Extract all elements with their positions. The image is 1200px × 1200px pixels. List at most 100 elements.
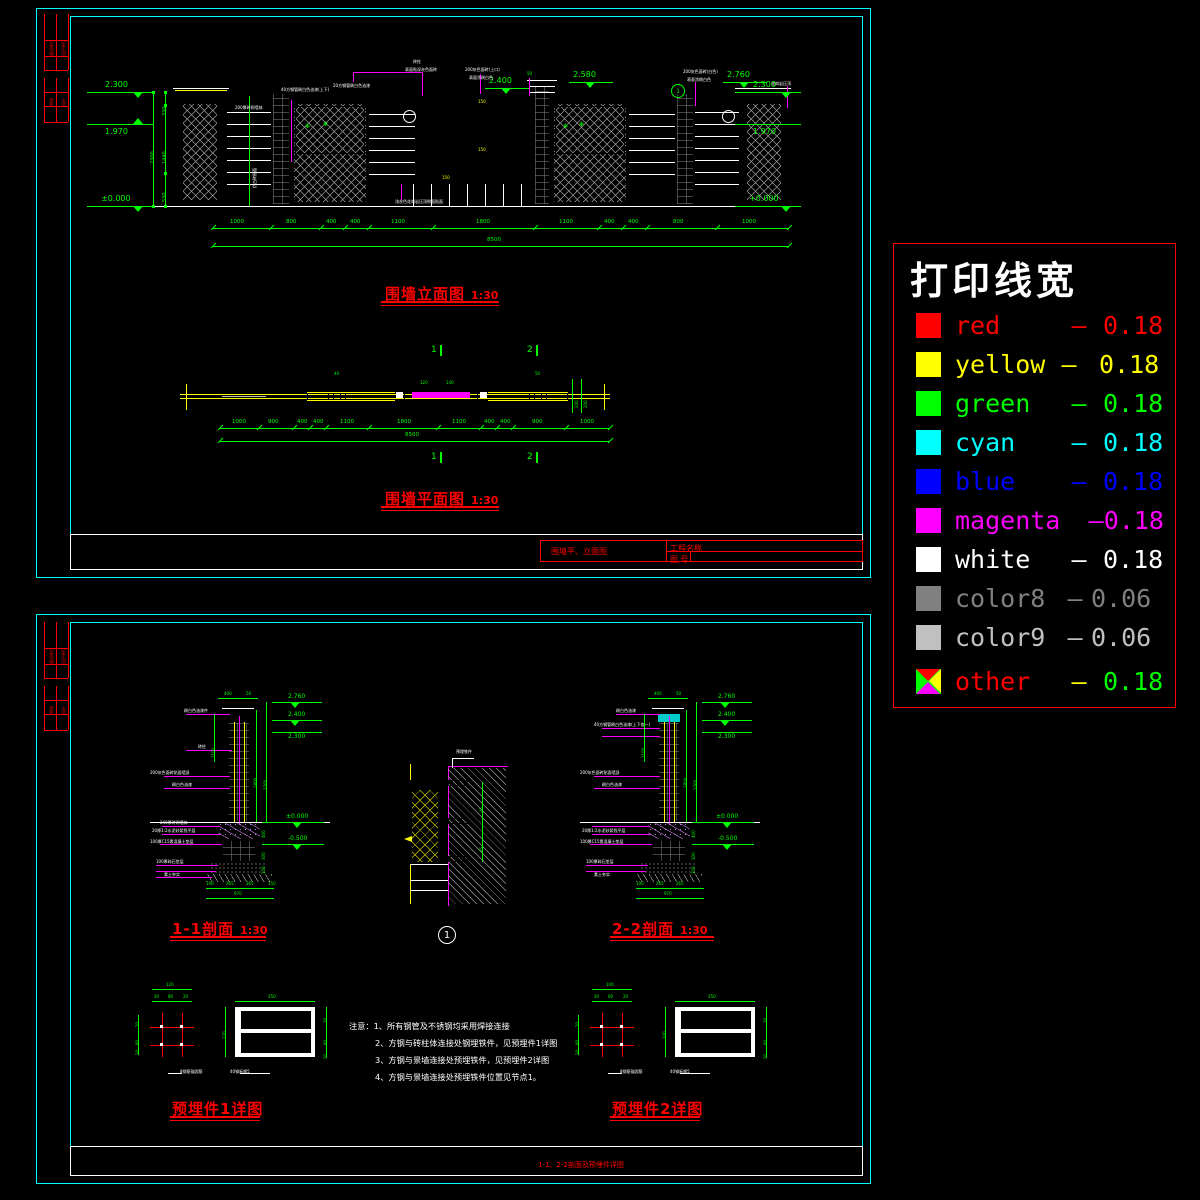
- legend-swatch-green: [916, 391, 941, 416]
- legend-name-green: green: [955, 389, 1031, 418]
- sec1-basedim-0: 100: [206, 881, 214, 886]
- elev-dim-0: 1000: [230, 219, 244, 225]
- legend-name-cyan: cyan: [955, 428, 1016, 457]
- elev-dim-10: 1000: [742, 219, 756, 225]
- elev-dim-6: 1100: [559, 219, 573, 225]
- legend-width-magenta: 0.18: [1103, 506, 1164, 535]
- bottom-margin-label-3: 设计: [61, 706, 66, 714]
- wall-elevation-drawing: 150 150 150 ✻ ✻ ✻ ✻ 1 2.300 1.970 ±0.000…: [87, 60, 801, 260]
- legend-swatch-color8: [916, 586, 941, 611]
- legend-width-blue: 0.18: [1103, 467, 1164, 496]
- embed2-callout-1: 40钢板厚5: [670, 1069, 690, 1074]
- sec1-base-total: 970: [234, 891, 242, 896]
- elev-callout-7: 表面涂刷白色: [687, 77, 711, 82]
- top-title-block-name: 围墙平、立面图: [551, 547, 607, 556]
- sec2-topdim-1: 50: [676, 691, 682, 696]
- node-detail-1: 45 45 预埋铁件 1: [390, 740, 570, 960]
- elev-callout-0: 40方钢管刷白色油漆(上下): [281, 87, 330, 92]
- embed1-sidedim-2: 20: [135, 1021, 140, 1027]
- legend-swatch-yellow: [916, 352, 941, 377]
- elev-dim-4: 1100: [391, 219, 405, 225]
- notes-item-1: 2、方钢与砖柱体连接处钢埋铁件，见预埋件1详图: [375, 1038, 558, 1048]
- legend-width-red: 0.18: [1103, 311, 1164, 340]
- embed2-sidedim-4: 20: [575, 1049, 580, 1055]
- elevation-level-4: 1.970: [753, 127, 776, 136]
- sec1-level-2: 2.300: [288, 733, 306, 740]
- sec2-vdim-5: 150: [691, 866, 696, 874]
- plan-dim-4: 1100: [340, 419, 354, 425]
- sec2-level-4: -0.500: [718, 835, 738, 842]
- sec2-callout-1: 40方钢管刷白色油漆(上下各一): [594, 722, 651, 727]
- embed1-sidedim-4: 20: [135, 1049, 140, 1055]
- node-bubble-1: 1: [438, 926, 456, 944]
- embed2-sd3b: 60: [763, 1039, 768, 1045]
- sec1-vdim-5: 150: [261, 866, 266, 874]
- elevation-level-2: ±0.000: [101, 194, 131, 203]
- embed2-callout-0: 8钢筋锚固筋: [620, 1069, 643, 1074]
- sec1-basedim-3: 265: [246, 881, 254, 886]
- plan-small-dim-5: 200: [583, 400, 588, 408]
- elev-dim-7: 400: [604, 219, 615, 225]
- sec2-vdim-4: 300: [691, 852, 696, 860]
- sec1-callout-1: 砖柱: [198, 744, 206, 749]
- sec2-vdim-3: 400: [691, 830, 696, 838]
- embed2-sd2b: 20: [763, 1017, 768, 1023]
- sec1-topdim-0: 400: [224, 691, 232, 696]
- legend-name-yellow: yellow: [955, 350, 1046, 379]
- elev-vdim-3: 2300: [150, 151, 156, 164]
- legend-swatch-red: [916, 313, 941, 338]
- sec1-level-1: 2.400: [288, 711, 306, 718]
- embed2-sidedim-1: 250: [708, 994, 716, 999]
- plan-dim-10: 1000: [580, 419, 594, 425]
- embed2-sd4b: 20: [763, 1053, 768, 1059]
- sec2-callout-4: 20厚1:2水泥砂浆找平层: [582, 828, 626, 833]
- elev-vdim-0: 330: [162, 106, 168, 116]
- node1-callout-0: 预埋铁件: [456, 749, 472, 754]
- embed2-sidedim-2: 20: [575, 1021, 580, 1027]
- elev-callout-6: 200灰色面砖(白色): [683, 69, 718, 74]
- sec1-callout-5: 100厚C15素混凝土垫层: [150, 839, 194, 844]
- sec1-topdim-1: 50: [246, 691, 252, 696]
- legend-dash-color9: —: [1067, 623, 1083, 652]
- embed1-plandim-1: 20: [154, 994, 160, 999]
- legend-row-color8: color8 — 0.06: [916, 579, 1164, 618]
- legend-width-white: 0.18: [1103, 545, 1164, 574]
- sec1-callout-8: 240厚砖砌墙体: [160, 820, 188, 825]
- sec2-callout-2: 200灰色面砖贴面墙身: [580, 770, 620, 775]
- elev-vdim-1: 1440: [162, 151, 168, 164]
- drawing-notes: 注意：1、所有钢管及不锈钢均采用焊接连接 2、方钢与砖柱体连接处钢埋铁件，见预埋…: [349, 1018, 557, 1086]
- elev-callout-3: 表面贴深灰色面砖: [405, 67, 437, 72]
- sec1-level-0: 2.760: [288, 693, 306, 700]
- elevation-level-1: 1.970: [105, 127, 128, 136]
- legend-row-blue: blue — 0.18: [916, 462, 1164, 501]
- sec2-basedim-0: 100: [636, 881, 644, 886]
- legend-width-other: 0.18: [1103, 667, 1164, 696]
- section-1-1-drawing: 刷白色油漆件 砖柱 200灰色面砖贴面墙身 刷白色油漆 240厚砖砌墙体 20厚…: [150, 670, 330, 910]
- plan-section-marker-1-top: 1: [431, 345, 437, 355]
- sec1-vdim-3: 400: [261, 830, 266, 838]
- elev-callout-9: 仿古砖贴面: [252, 168, 257, 188]
- sec1-vdim-4: 300: [261, 852, 266, 860]
- sec2-base-total: 970: [664, 891, 672, 896]
- embed1-sidedim-3: 80: [135, 1039, 140, 1045]
- bottom-margin-label-2: 审核: [49, 706, 54, 714]
- sec2-level-2: 2.300: [718, 733, 736, 740]
- elev-callout-8: 花岗岩压顶: [771, 81, 791, 86]
- sec2-vdim-1: 1800: [683, 777, 688, 788]
- plan-small-dim-4: 240: [574, 400, 579, 408]
- embed2-sidedim-0: 100: [662, 1031, 667, 1039]
- plan-dim-1: 900: [268, 419, 279, 425]
- legend-swatch-color9: [916, 625, 941, 650]
- wall-plan-drawing: 1 2 1 2 120 140 40 50 240 200 1000 900 4…: [180, 340, 614, 470]
- detail-bubble-right: [722, 110, 735, 123]
- sec2-level-3: ±0.000: [716, 813, 739, 820]
- plan-small-dim-1: 140: [446, 380, 454, 385]
- sec1-callout-6: 100厚碎石垫层: [156, 859, 184, 864]
- elev-dim-8: 400: [628, 219, 639, 225]
- legend-dash-other: —: [1071, 667, 1087, 696]
- plan-section-marker-2-top: 2: [527, 345, 533, 355]
- legend-width-color8: 0.06: [1091, 584, 1152, 613]
- embed1-sd3b: 80: [323, 1039, 328, 1045]
- node-bubble-1-label: 1: [443, 929, 451, 941]
- legend-row-red: red — 0.18: [916, 306, 1164, 345]
